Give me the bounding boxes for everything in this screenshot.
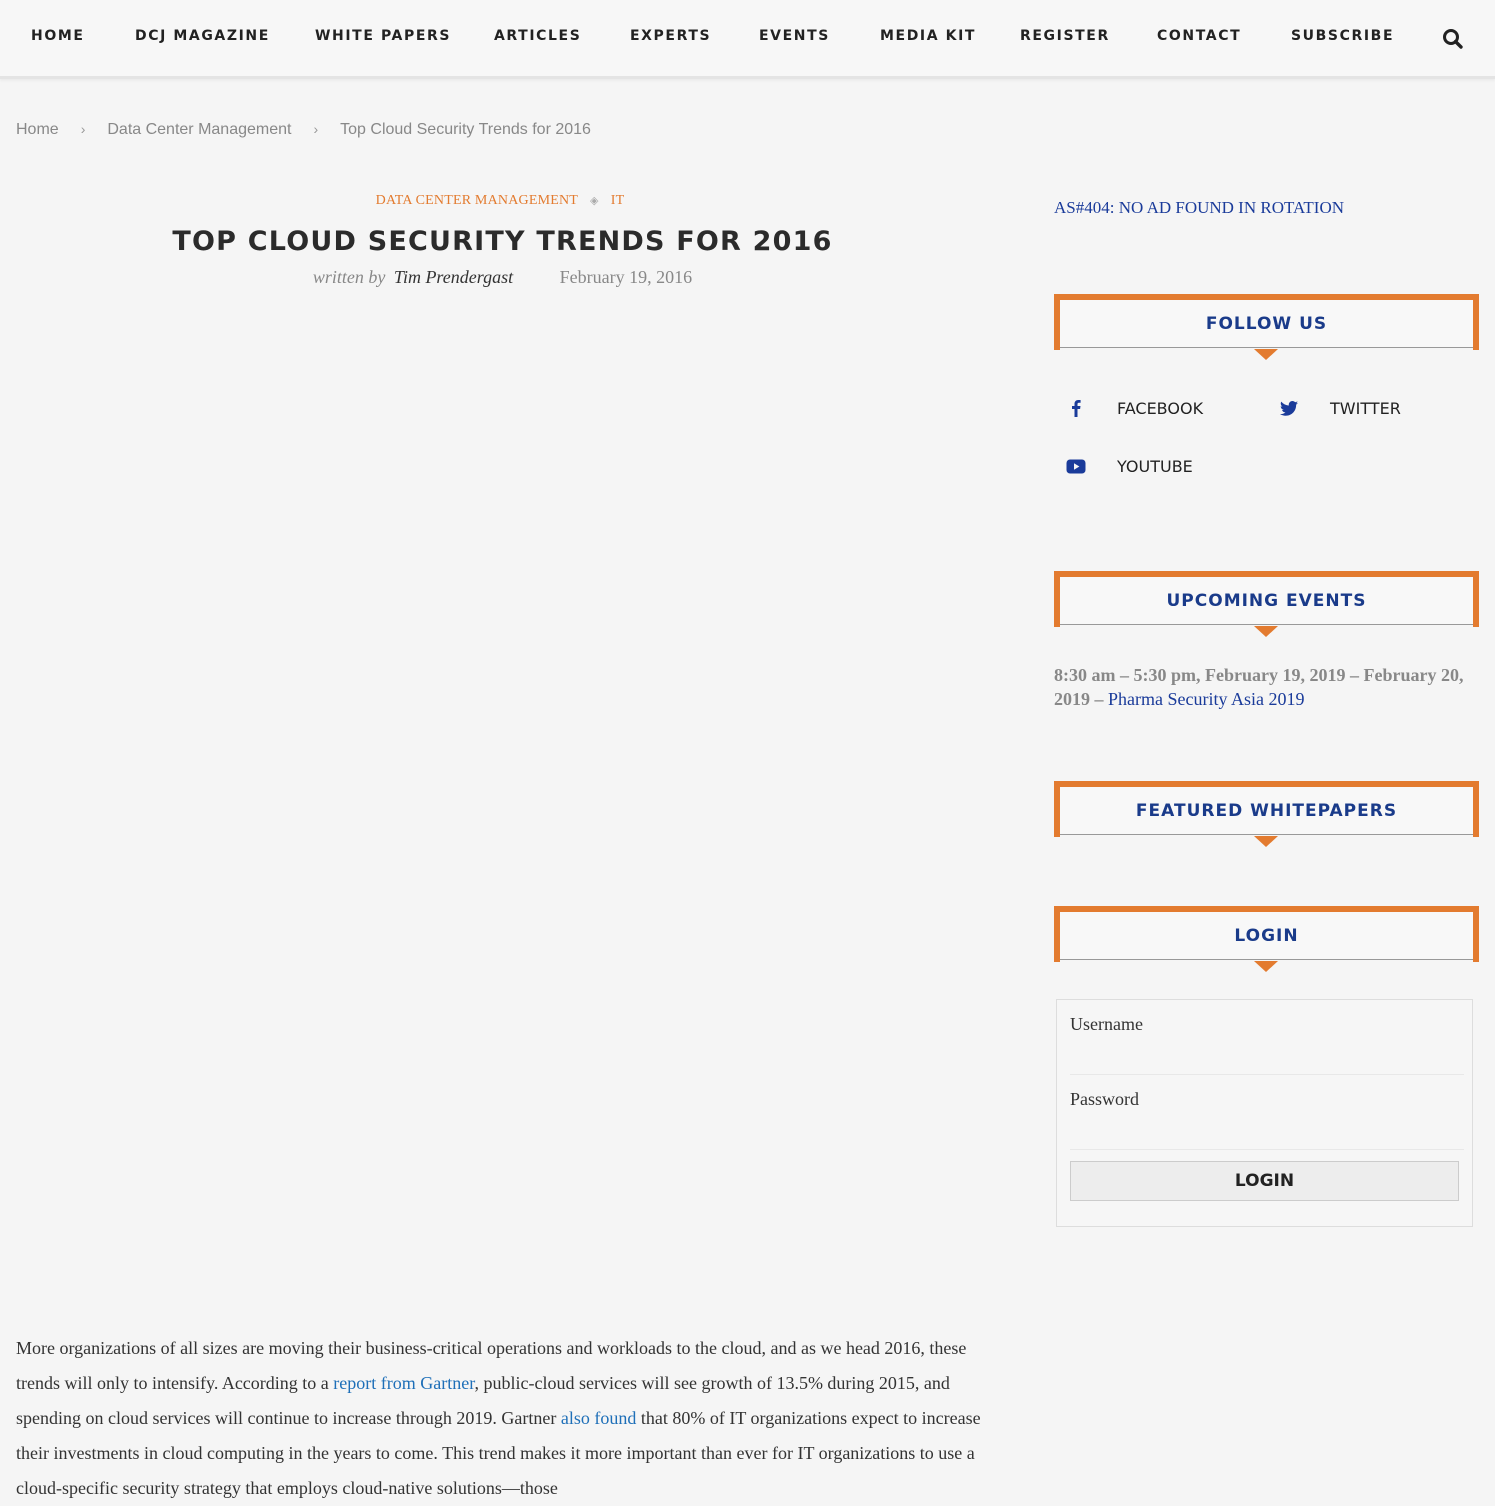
upcoming-event-item: 8:30 am – 5:30 pm, February 19, 2019 – F… (1054, 663, 1474, 711)
article-title: TOP CLOUD SECURITY TRENDS FOR 2016 (172, 226, 833, 257)
ad-placeholder-link[interactable]: AS#404: NO AD FOUND IN ROTATION (1054, 198, 1344, 218)
search-icon[interactable] (1442, 28, 1464, 50)
article-body: More organizations of all sizes are movi… (16, 1331, 991, 1506)
also-found-link[interactable]: also found (561, 1408, 637, 1428)
username-field[interactable] (1070, 1042, 1464, 1075)
upcoming-events-widget-header: UPCOMING EVENTS (1054, 571, 1479, 637)
report-from-gartner-link[interactable]: report from Gartner (333, 1373, 474, 1393)
article-byline: written by Tim Prendergast February 19, … (0, 267, 1005, 288)
nav-item-dcj-magazine[interactable]: DCJ MAGAZINE (135, 28, 270, 44)
nav-item-experts[interactable]: EXPERTS (630, 28, 711, 44)
written-by-label: written by (312, 267, 386, 287)
category-link-it[interactable]: IT (611, 193, 625, 209)
password-label: Password (1070, 1089, 1140, 1109)
twitter-icon (1267, 397, 1311, 419)
breadcrumb-home[interactable]: Home (16, 121, 59, 138)
widget-title: LOGIN (1234, 926, 1299, 946)
category-link-data-center-management[interactable]: DATA CENTER MANAGEMENT (376, 193, 578, 209)
breadcrumb-data-center-management[interactable]: Data Center Management (107, 121, 291, 138)
nav-item-events[interactable]: EVENTS (759, 28, 830, 44)
facebook-icon (1054, 397, 1098, 419)
breadcrumb-current: Top Cloud Security Trends for 2016 (340, 121, 591, 138)
youtube-icon (1054, 455, 1098, 477)
password-field[interactable] (1070, 1117, 1464, 1150)
nav-item-home[interactable]: HOME (31, 28, 85, 44)
nav-item-articles[interactable]: ARTICLES (494, 28, 581, 44)
featured-whitepapers-widget-header: FEATURED WHITEPAPERS (1054, 781, 1479, 847)
login-button[interactable]: LOGIN (1070, 1161, 1459, 1201)
top-navigation: HOME DCJ MAGAZINE WHITE PAPERS ARTICLES … (0, 0, 1495, 79)
nav-item-media-kit[interactable]: MEDIA KIT (880, 28, 976, 44)
nav-item-register[interactable]: REGISTER (1020, 28, 1110, 44)
facebook-link[interactable]: FACEBOOK (1054, 393, 1254, 423)
youtube-link[interactable]: YOUTUBE (1054, 451, 1254, 481)
breadcrumb-separator-icon: › (80, 121, 86, 137)
widget-arrow-icon (1254, 961, 1278, 972)
widget-arrow-icon (1254, 349, 1278, 360)
nav-item-subscribe[interactable]: SUBSCRIBE (1291, 28, 1394, 44)
social-label: YOUTUBE (1117, 457, 1193, 476)
login-widget-header: LOGIN (1054, 906, 1479, 972)
twitter-link[interactable]: TWITTER (1267, 393, 1467, 423)
article-date: February 19, 2016 (559, 267, 693, 287)
event-link[interactable]: Pharma Security Asia 2019 (1108, 689, 1304, 709)
article-categories: DATA CENTER MANAGEMENT ◈ IT (0, 193, 1000, 209)
widget-title: FEATURED WHITEPAPERS (1135, 801, 1398, 821)
nav-item-contact[interactable]: CONTACT (1157, 28, 1241, 44)
follow-us-widget-header: FOLLOW US (1054, 294, 1479, 360)
nav-item-white-papers[interactable]: WHITE PAPERS (315, 28, 451, 44)
widget-arrow-icon (1254, 626, 1278, 637)
social-label: TWITTER (1330, 399, 1401, 418)
login-form: Username Password LOGIN (1056, 999, 1473, 1227)
social-label: FACEBOOK (1117, 399, 1204, 418)
widget-title: UPCOMING EVENTS (1166, 591, 1367, 611)
breadcrumb-separator-icon: › (313, 121, 319, 137)
widget-title: FOLLOW US (1205, 314, 1328, 334)
author-link[interactable]: Tim Prendergast (394, 267, 513, 288)
widget-arrow-icon (1254, 836, 1278, 847)
category-separator-icon: ◈ (590, 195, 599, 207)
username-label: Username (1070, 1014, 1143, 1034)
breadcrumb: Home › Data Center Management › Top Cloud Se… (16, 121, 591, 139)
